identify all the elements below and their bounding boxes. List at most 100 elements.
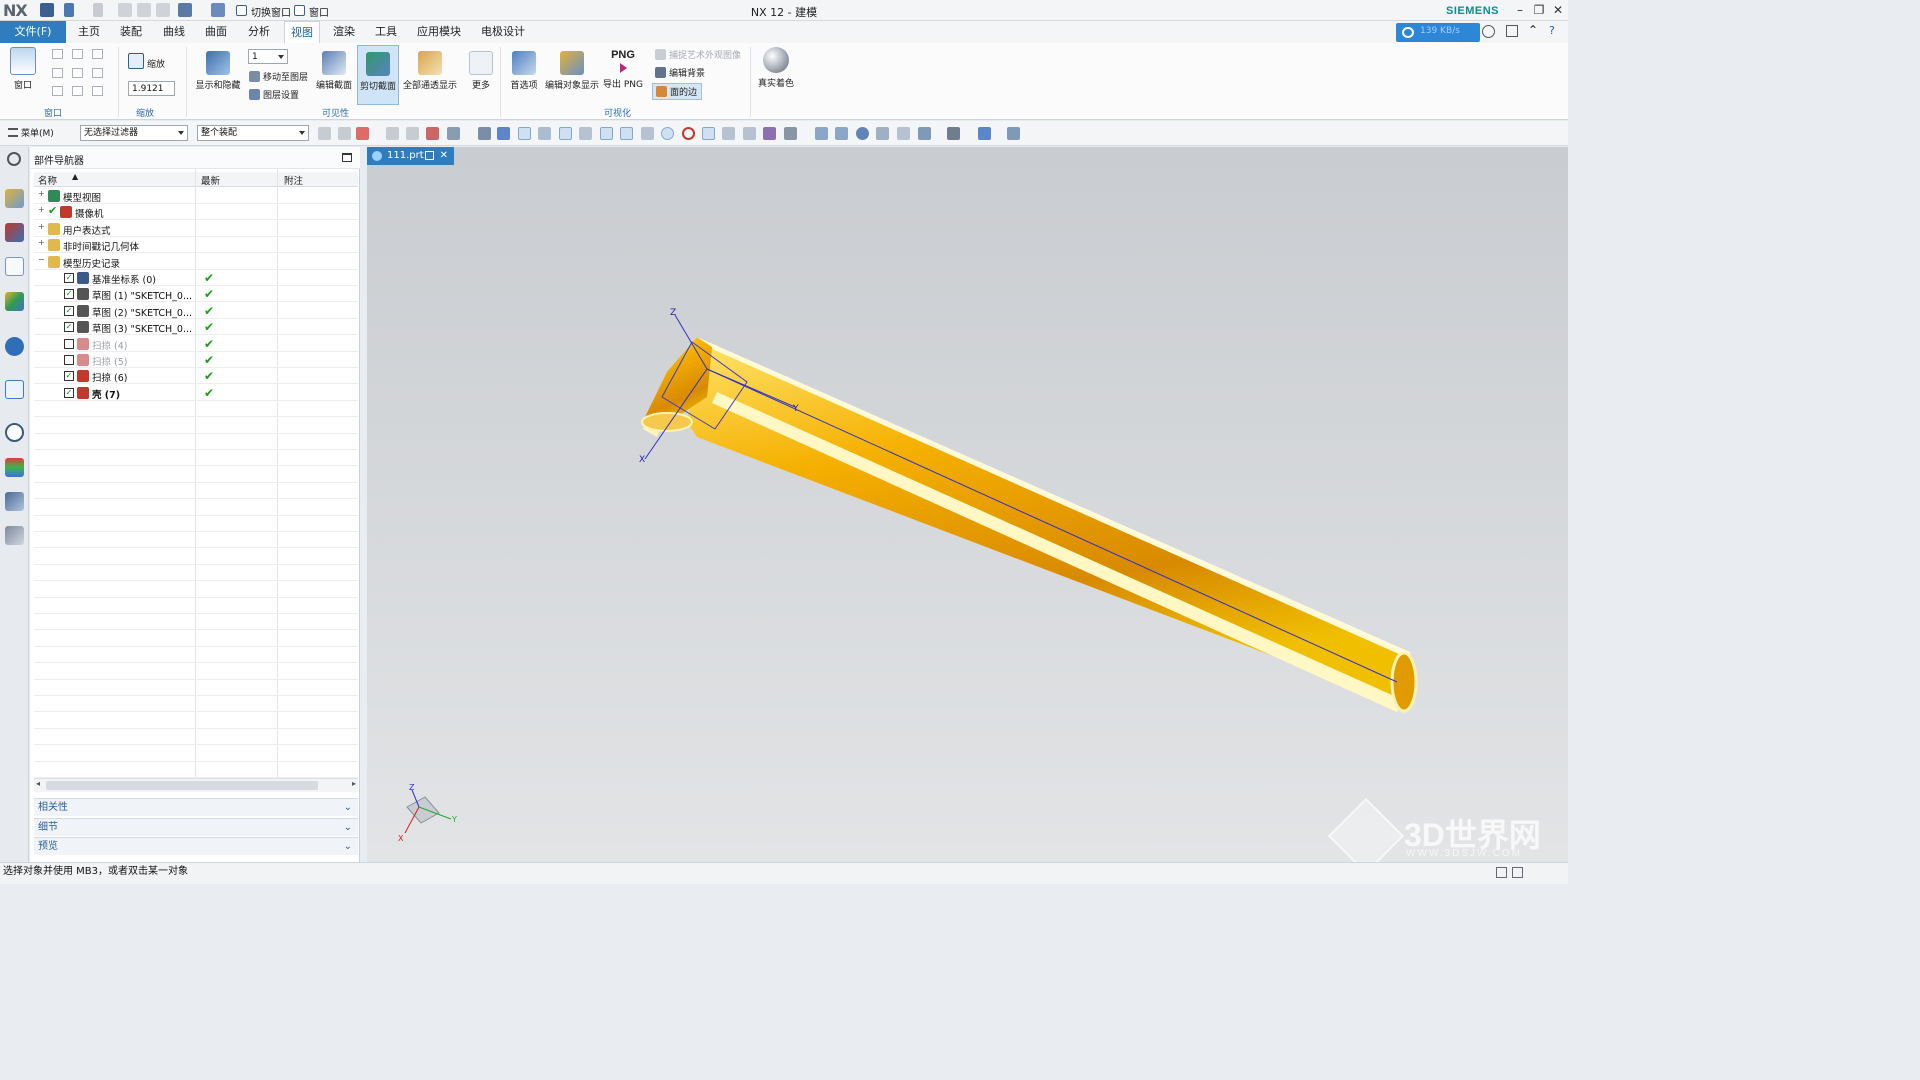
point-on-face-icon[interactable] [743,127,756,140]
existing-point-icon[interactable] [702,127,715,140]
visibility-checkbox[interactable]: ✓ [64,387,74,398]
visibility-checkbox[interactable]: ✓ [64,322,74,333]
edit-object-display-button[interactable]: 编辑对象显示 [543,51,601,91]
layout-b-icon[interactable] [72,86,83,96]
tree-row[interactable]: ✓ 草图 (1) "SKETCH_0... ✔ [34,286,358,303]
search-icon[interactable] [1482,25,1495,38]
background-icon[interactable] [947,127,960,140]
tree-row[interactable]: ✓ 扫掠 (6) ✔ [34,368,358,385]
zoom-button[interactable]: 缩放 [128,53,165,70]
scroll-right-icon[interactable]: ▸ [352,779,356,788]
collapse-icon[interactable]: − [38,255,45,263]
control-point-icon[interactable] [579,127,592,140]
expand-icon[interactable]: + [38,206,45,214]
layout-a-icon[interactable] [52,86,63,96]
move-to-layer-button[interactable]: 移动至图层 [249,70,308,83]
collapse-ribbon-icon[interactable]: ⌃ [1528,23,1538,37]
snap-point-icon[interactable] [518,127,531,140]
restore-icon[interactable]: ❐ [1531,2,1547,18]
minimize-icon[interactable]: – [1512,2,1528,18]
web-browser-icon[interactable] [5,380,24,399]
tab-surface[interactable]: 曲面 [199,21,233,43]
select-body-icon[interactable] [426,127,439,140]
visibility-checkbox[interactable]: ✓ [64,371,74,382]
pipe-model[interactable]: Z X Y [639,308,1418,713]
maximize-panel-icon[interactable] [342,153,352,162]
help-icon[interactable]: ? [1549,24,1555,37]
expand-icon[interactable]: + [38,222,45,230]
expand-icon[interactable]: + [38,190,45,198]
point-on-curve-icon[interactable] [722,127,735,140]
rectangle-select-icon[interactable] [447,127,460,140]
scroll-left-icon[interactable]: ◂ [36,779,40,788]
tree-row[interactable]: + 模型视图 [34,188,358,204]
layout-two-icon[interactable] [72,49,83,59]
tree-row[interactable]: 扫掠 (5) ✔ [34,352,358,368]
section-details[interactable]: 细节 ⌄ [34,818,358,836]
zoom-area-icon[interactable] [835,127,848,140]
status-layout-icon[interactable] [1512,867,1523,878]
part-navigator-icon[interactable] [5,257,24,276]
select-edge-icon[interactable] [406,127,419,140]
snap-icon[interactable] [318,127,331,140]
menu-button[interactable]: 菜单(M) [8,126,54,139]
select-icon[interactable] [338,127,351,140]
tab-render[interactable]: 渲染 [327,21,361,43]
view-more-icon[interactable] [1007,127,1020,140]
tab-assembly[interactable]: 装配 [114,21,148,43]
palette-icon[interactable] [5,458,24,477]
status-window-icon[interactable] [1496,867,1507,878]
graphics-window[interactable]: Z X Y Z Y X [367,147,1568,875]
tree-row[interactable]: ✓ 基准坐标系 (0) ✔ [34,270,358,286]
visibility-checkbox[interactable]: ✓ [64,273,74,283]
tab-home[interactable]: 主页 [72,21,106,43]
cube-icon[interactable] [497,127,510,140]
assembly-navigator-icon[interactable] [5,189,24,208]
tree-row[interactable]: − 模型历史记录 [34,254,358,270]
layer-settings-button[interactable]: 图层设置 [249,88,299,101]
tab-electrode-design[interactable]: 电极设计 [476,21,530,43]
zoom-value-field[interactable]: 1.9121 [128,81,175,96]
edit-background-button[interactable]: 编辑背景 [655,66,705,79]
hd3d-tools-icon[interactable] [5,337,24,356]
layer-select[interactable]: 1 [248,49,288,64]
clip-section-button[interactable]: 剪切截面 [357,45,399,105]
layout-split-icon[interactable] [72,68,83,78]
bounded-grid-icon[interactable] [763,127,776,140]
tree-row[interactable]: 扫掠 (4) ✔ [34,336,358,352]
settings-gear-icon[interactable] [7,152,21,166]
solid-icon[interactable] [478,127,491,140]
tree-row[interactable]: + 非时间戳记几何体 [34,237,358,254]
list-icon[interactable] [784,127,797,140]
fit-icon[interactable] [815,127,828,140]
model-canvas[interactable]: Z X Y Z Y X [367,147,1568,862]
preferences-button[interactable]: 首选项 [506,51,542,91]
tab-tools[interactable]: 工具 [369,21,403,43]
view-cube-icon[interactable] [978,127,991,140]
rotate-icon[interactable] [856,127,869,140]
system-scene-icon[interactable] [5,492,24,511]
tangent-icon[interactable] [641,127,654,140]
pan-icon[interactable] [876,127,889,140]
tab-float-icon[interactable] [425,151,434,160]
arc-center-icon[interactable] [661,127,674,140]
close-tab-icon[interactable]: ✕ [440,147,448,165]
scroll-thumb[interactable] [46,781,318,790]
assembly-scope-select[interactable]: 整个装配 [197,125,309,141]
expand-icon[interactable]: + [38,239,45,247]
layout-grid-icon[interactable] [92,68,103,78]
section-preview[interactable]: 预览 ⌄ [34,837,358,855]
part-tab[interactable]: 111.prt ✕ [367,147,454,165]
section-dependencies[interactable]: 相关性 ⌄ [34,798,358,816]
export-png-button[interactable]: PNG 导出 PNG [603,49,643,90]
more-button[interactable]: 更多 [466,51,496,91]
layout-three-icon[interactable] [92,49,103,59]
file-menu[interactable]: 文件(F) [0,21,66,43]
column-notes[interactable]: 附注 [284,173,303,187]
intersection-icon[interactable] [600,127,613,140]
visibility-checkbox[interactable]: ✓ [64,289,74,300]
render-style-icon[interactable] [918,127,931,140]
column-latest[interactable]: 最新 [201,173,220,187]
fullscreen-icon[interactable] [1506,25,1518,37]
constraint-navigator-icon[interactable] [5,223,24,242]
